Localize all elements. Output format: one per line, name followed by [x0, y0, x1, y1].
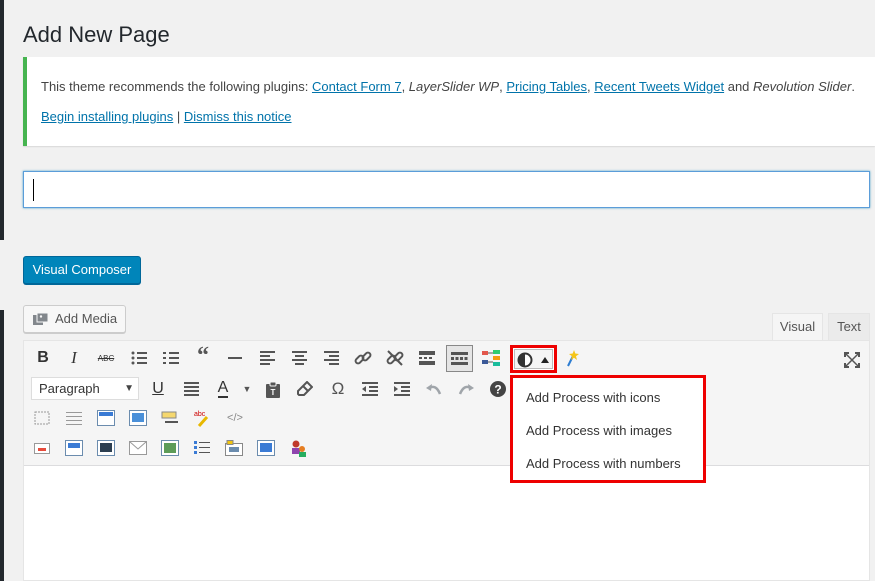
numbered-list-icon[interactable]	[159, 346, 183, 370]
plugin-name-revolution-slider: Revolution Slider	[753, 79, 852, 94]
add-media-button[interactable]: Add Media	[23, 305, 126, 333]
button-block-icon[interactable]	[30, 436, 54, 460]
list-block-icon[interactable]	[190, 436, 214, 460]
add-process-numbers-item[interactable]: Add Process with numbers	[526, 456, 681, 471]
add-process-images-item[interactable]: Add Process with images	[526, 423, 672, 438]
bullet-list-icon[interactable]	[127, 346, 151, 370]
add-media-label: Add Media	[55, 311, 118, 326]
notice-text: This theme recommends the following plug…	[41, 79, 855, 94]
notice-actions: Begin installing plugins | Dismiss this …	[41, 109, 292, 124]
text-color-icon[interactable]: A	[211, 377, 235, 401]
outdent-icon[interactable]	[358, 377, 382, 401]
fullscreen-icon[interactable]	[840, 348, 864, 372]
process-icon	[517, 352, 533, 368]
align-left-icon[interactable]	[255, 346, 279, 370]
svg-text:?: ?	[494, 383, 501, 397]
gallery-block-icon[interactable]	[158, 436, 182, 460]
team-block-icon[interactable]	[286, 436, 310, 460]
video-block-icon[interactable]	[254, 436, 278, 460]
plugin-name-layerslider: LayerSlider WP	[408, 79, 500, 94]
caret-up-icon	[541, 357, 549, 363]
justify-icon[interactable]	[179, 377, 203, 401]
indent-icon[interactable]	[390, 377, 414, 401]
underline-icon[interactable]: U	[146, 377, 170, 401]
svg-text:abc: abc	[194, 411, 206, 418]
visual-composer-button[interactable]: Visual Composer	[23, 256, 141, 284]
strikethrough-icon[interactable]: ABC	[94, 346, 118, 370]
plugin-link-recent-tweets[interactable]: Recent Tweets Widget	[594, 79, 724, 94]
read-more-icon[interactable]	[415, 346, 439, 370]
plugin-link-contact-form-7[interactable]: Contact Form 7	[312, 79, 402, 94]
special-char-icon[interactable]: Ω	[326, 377, 350, 401]
chevron-down-icon: ▼	[124, 383, 134, 394]
help-icon[interactable]: ?	[486, 377, 510, 401]
page-title: Add New Page	[23, 22, 170, 47]
placeholder-block-icon[interactable]	[30, 406, 54, 430]
svg-text:T: T	[271, 388, 276, 397]
paste-text-icon[interactable]: T	[261, 377, 285, 401]
media-icon	[33, 312, 49, 325]
undo-icon[interactable]	[422, 377, 446, 401]
mail-icon[interactable]	[126, 436, 150, 460]
blockquote-icon[interactable]: “	[191, 343, 215, 369]
code-icon[interactable]: </>	[223, 406, 247, 430]
redo-icon[interactable]	[454, 377, 478, 401]
add-process-icons-item[interactable]: Add Process with icons	[526, 390, 660, 405]
plugin-notice: This theme recommends the following plug…	[23, 57, 875, 146]
align-center-icon[interactable]	[287, 346, 311, 370]
image-block-icon[interactable]	[126, 406, 150, 430]
layout-icon[interactable]	[479, 346, 503, 370]
highlight-block-icon[interactable]	[158, 406, 182, 430]
format-select[interactable]: Paragraph ▼	[31, 377, 139, 400]
slider-block-icon[interactable]	[94, 436, 118, 460]
text-caret	[33, 179, 34, 201]
link-icon[interactable]	[351, 346, 375, 370]
wand-icon[interactable]	[560, 346, 584, 370]
toolbar-toggle-icon[interactable]	[446, 345, 473, 372]
align-right-icon[interactable]	[319, 346, 343, 370]
tabs-block-icon[interactable]	[222, 436, 246, 460]
process-button[interactable]	[510, 345, 557, 373]
process-dropdown-menu: Add Process with icons Add Process with …	[510, 375, 706, 483]
clear-format-icon[interactable]	[293, 377, 317, 401]
header-block-icon[interactable]	[94, 406, 118, 430]
italic-icon[interactable]: I	[62, 346, 86, 370]
plugin-link-pricing-tables[interactable]: Pricing Tables	[506, 79, 587, 94]
dismiss-notice-link[interactable]: Dismiss this notice	[184, 109, 292, 124]
text-color-dropdown-icon[interactable]: ▼	[235, 377, 259, 401]
tab-text[interactable]: Text	[828, 313, 870, 341]
unlink-icon[interactable]	[383, 346, 407, 370]
begin-installing-link[interactable]: Begin installing plugins	[41, 109, 173, 124]
page-title-input[interactable]	[23, 171, 870, 208]
spellcheck-icon[interactable]: abc	[190, 406, 214, 430]
separator-block-icon[interactable]	[62, 406, 86, 430]
horizontal-rule-icon[interactable]	[223, 346, 247, 370]
admin-sidebar-edge	[0, 0, 4, 581]
tab-visual[interactable]: Visual	[772, 313, 823, 341]
box-block-icon[interactable]	[62, 436, 86, 460]
bold-icon[interactable]: B	[31, 346, 55, 370]
